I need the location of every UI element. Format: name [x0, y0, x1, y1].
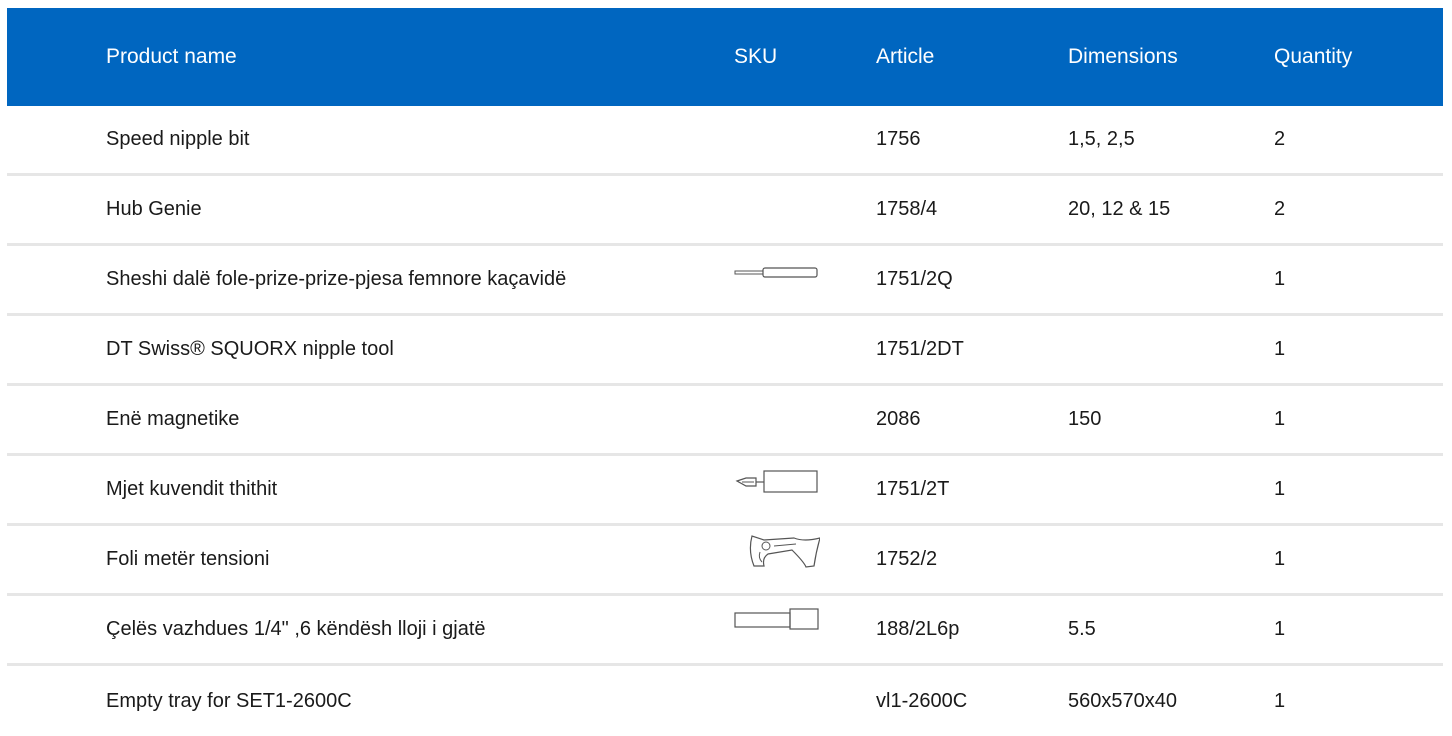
product-name-cell: Sheshi dalë fole-prize-prize-pjesa femno… — [106, 268, 567, 290]
product-name-cell: Enë magnetike — [106, 408, 240, 430]
quantity-cell: 1 — [1274, 548, 1286, 570]
dimensions-cell: 5.5 — [1068, 618, 1096, 640]
dimensions-cell: 560x570x40 — [1068, 689, 1177, 712]
quantity-cell: 2 — [1274, 128, 1286, 150]
table-row: Speed nipple bit 1756 1,5, 2,5 2 — [7, 106, 1443, 176]
article-cell: 1751/2DT — [876, 338, 964, 360]
quantity-cell: 1 — [1274, 338, 1286, 360]
screwdriver-icon — [734, 256, 820, 286]
dimensions-cell: 1,5, 2,5 — [1068, 128, 1135, 150]
product-name-cell: Hub Genie — [106, 198, 202, 220]
nipple-driver-icon — [734, 466, 820, 496]
quantity-cell: 1 — [1274, 408, 1286, 430]
table-header: Product name SKU Article Dimensions Quan… — [7, 8, 1443, 106]
quantity-cell: 1 — [1274, 689, 1286, 712]
header-dimensions: Dimensions — [1068, 45, 1178, 68]
dimensions-cell: 150 — [1068, 408, 1102, 430]
table-row: Sheshi dalë fole-prize-prize-pjesa femno… — [7, 246, 1443, 316]
product-name-cell: Empty tray for SET1-2600C — [106, 689, 352, 712]
product-name-cell: DT Swiss® SQUORX nipple tool — [106, 338, 394, 360]
table-row: Çelës vazhdues 1/4" ,6 këndësh lloji i g… — [7, 596, 1443, 666]
tension-meter-icon — [734, 532, 820, 570]
article-cell: 1752/2 — [876, 548, 938, 570]
header-article: Article — [876, 45, 935, 68]
article-cell: 1751/2T — [876, 478, 950, 500]
table-row: Empty tray for SET1-2600C vl1-2600C 560x… — [7, 666, 1443, 736]
table-row: DT Swiss® SQUORX nipple tool 1751/2DT 1 — [7, 316, 1443, 386]
table-row: Enë magnetike 2086 150 1 — [7, 386, 1443, 456]
quantity-cell: 2 — [1274, 198, 1286, 220]
header-product-name: Product name — [106, 45, 237, 68]
dimensions-cell: 20, 12 & 15 — [1068, 198, 1171, 220]
article-cell: 188/2L6p — [876, 618, 960, 640]
article-cell: 1751/2Q — [876, 268, 953, 290]
header-quantity: Quantity — [1274, 45, 1353, 68]
product-name-cell: Speed nipple bit — [106, 128, 250, 150]
quantity-cell: 1 — [1274, 618, 1286, 640]
socket-icon — [734, 606, 820, 636]
table-row: Mjet kuvendit thithit 1751/2T 1 — [7, 456, 1443, 526]
quantity-cell: 1 — [1274, 478, 1286, 500]
article-cell: 1758/4 — [876, 198, 938, 220]
table-row: Hub Genie 1758/4 20, 12 & 15 2 — [7, 176, 1443, 246]
table-row: Foli metër tensioni 1752/2 1 — [7, 526, 1443, 596]
quantity-cell: 1 — [1274, 268, 1286, 290]
product-table: Product name SKU Article Dimensions Quan… — [7, 8, 1443, 736]
header-sku: SKU — [734, 45, 778, 68]
product-name-cell: Çelës vazhdues 1/4" ,6 këndësh lloji i g… — [106, 618, 486, 640]
article-cell: vl1-2600C — [876, 689, 968, 712]
article-cell: 1756 — [876, 128, 921, 150]
product-name-cell: Mjet kuvendit thithit — [106, 478, 278, 500]
article-cell: 2086 — [876, 408, 921, 430]
product-name-cell: Foli metër tensioni — [106, 548, 270, 570]
